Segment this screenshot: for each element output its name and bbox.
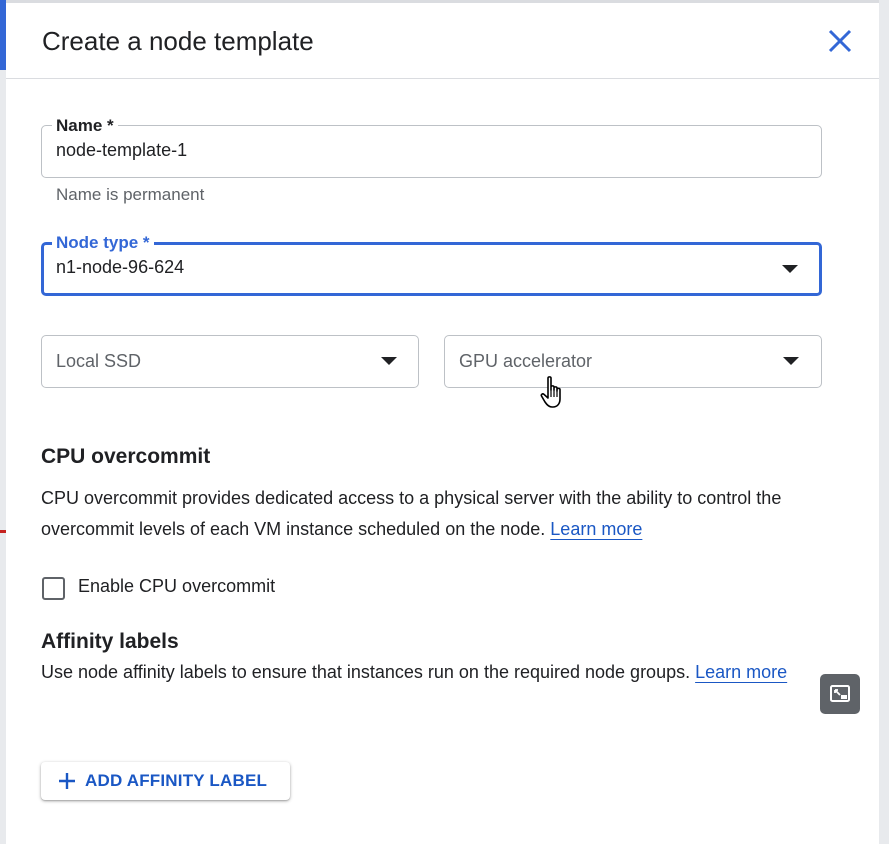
cpu-overcommit-heading: CPU overcommit bbox=[41, 445, 211, 468]
local-ssd-placeholder: Local SSD bbox=[56, 351, 142, 371]
gpu-accelerator-placeholder: GPU accelerator bbox=[459, 351, 593, 371]
local-ssd-select[interactable]: Local SSD bbox=[41, 335, 419, 388]
enable-cpu-overcommit-checkbox[interactable] bbox=[42, 577, 65, 600]
name-field-value: node-template-1 bbox=[56, 140, 188, 160]
enable-cpu-overcommit-label[interactable]: Enable CPU overcommit bbox=[78, 576, 275, 597]
chevron-down-icon bbox=[782, 265, 798, 273]
node-type-value: n1-node-96-624 bbox=[56, 257, 185, 277]
name-field[interactable]: Name * node-template-1 bbox=[41, 116, 822, 178]
dialog-header: Create a node template bbox=[6, 3, 879, 79]
picture-in-picture-button[interactable] bbox=[820, 674, 860, 714]
name-field-label: Name * bbox=[52, 116, 118, 136]
add-affinity-label-text: ADD AFFINITY LABEL bbox=[85, 771, 268, 790]
node-type-select[interactable]: Node type * n1-node-96-624 bbox=[41, 233, 822, 296]
cpu-overcommit-description-text: CPU overcommit provides dedicated access… bbox=[41, 488, 782, 539]
affinity-labels-description-text: Use node affinity labels to ensure that … bbox=[41, 662, 691, 682]
screen: Create a node template Name * node-templ… bbox=[0, 0, 889, 844]
background-page-edge-right bbox=[879, 0, 889, 844]
affinity-labels-description: Use node affinity labels to ensure that … bbox=[41, 657, 831, 688]
chevron-down-icon bbox=[381, 357, 397, 365]
cpu-overcommit-description: CPU overcommit provides dedicated access… bbox=[41, 483, 831, 545]
node-type-label: Node type * bbox=[52, 233, 154, 253]
hand-cursor-icon bbox=[540, 376, 561, 408]
name-hint: Name is permanent bbox=[56, 185, 205, 204]
picture-in-picture-icon bbox=[830, 685, 850, 702]
close-icon bbox=[828, 29, 852, 53]
chevron-down-icon bbox=[783, 357, 799, 365]
gpu-accelerator-select[interactable]: GPU accelerator bbox=[444, 335, 822, 388]
close-button[interactable] bbox=[824, 23, 856, 59]
plus-icon bbox=[59, 773, 75, 789]
background-page-marker bbox=[0, 530, 6, 533]
dialog-title: Create a node template bbox=[42, 26, 314, 56]
affinity-labels-learn-more-link[interactable]: Learn more bbox=[695, 662, 787, 682]
add-affinity-label-button[interactable]: ADD AFFINITY LABEL bbox=[41, 762, 290, 800]
cpu-overcommit-learn-more-link[interactable]: Learn more bbox=[550, 519, 642, 539]
background-page-edge bbox=[0, 0, 6, 844]
affinity-labels-heading: Affinity labels bbox=[41, 630, 179, 653]
